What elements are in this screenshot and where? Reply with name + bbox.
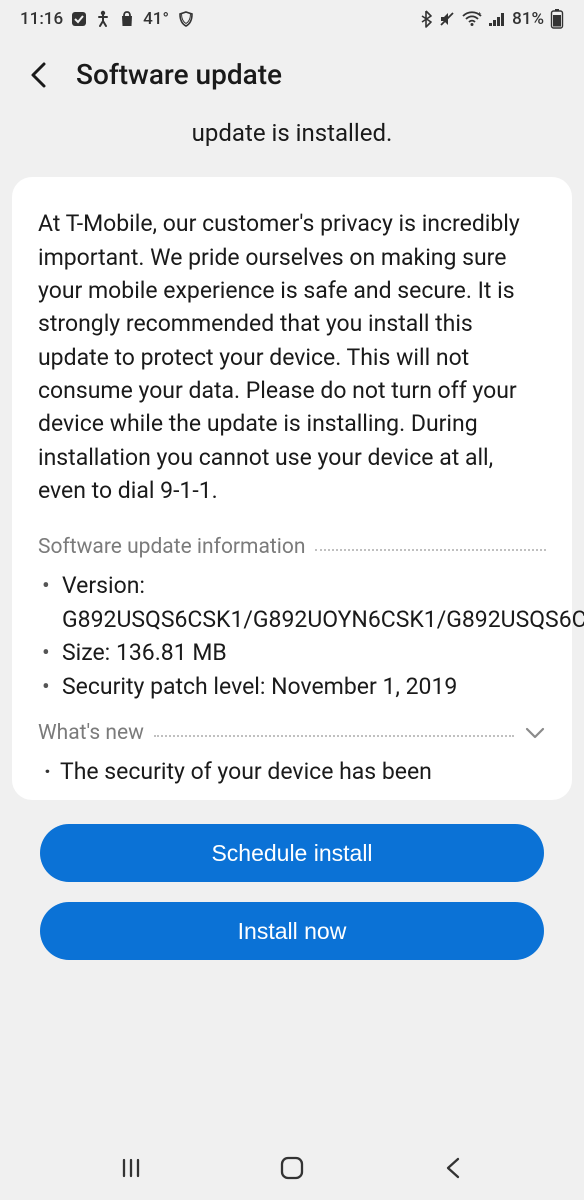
chevron-down-icon [524, 726, 546, 740]
previous-card-peek: update is installed. [0, 109, 584, 177]
info-section-label: Software update information [38, 535, 305, 559]
dotted-separator [154, 735, 514, 737]
nav-back-button[interactable] [433, 1148, 473, 1188]
page-title: Software update [76, 58, 282, 91]
action-buttons: Schedule install Install now [0, 800, 584, 960]
whats-new-header[interactable]: What's new [38, 721, 546, 745]
back-button[interactable] [24, 60, 54, 90]
check-icon [71, 11, 87, 27]
info-item-patch: Security patch level: November 1, 2019 [38, 670, 546, 703]
system-nav-bar [0, 1136, 584, 1200]
privacy-notice: At T-Mobile, our customer's privacy is i… [38, 207, 546, 507]
accessibility-icon [95, 10, 111, 28]
signal-icon [488, 11, 506, 27]
bluetooth-icon [420, 10, 432, 28]
whats-new-item: The security of your device has been [38, 755, 546, 788]
battery-icon [550, 9, 564, 29]
battery-pct: 81% [512, 9, 544, 29]
recents-button[interactable] [111, 1148, 151, 1188]
info-list: Version: G892USQS6CSK1/G892UOYN6CSK1/G89… [38, 569, 546, 720]
status-time: 11:16 [20, 9, 63, 29]
schedule-install-button[interactable]: Schedule install [40, 824, 544, 882]
shield-icon [177, 10, 195, 28]
install-now-button[interactable]: Install now [40, 902, 544, 960]
home-button[interactable] [272, 1148, 312, 1188]
wifi-icon: + [462, 11, 482, 27]
update-details-card: At T-Mobile, our customer's privacy is i… [12, 177, 572, 800]
info-item-version: Version: G892USQS6CSK1/G892UOYN6CSK1/G89… [38, 569, 546, 636]
info-section-header: Software update information [38, 535, 546, 559]
status-temp: 41° [143, 9, 169, 29]
app-header: Software update [0, 38, 584, 109]
bag-icon [119, 10, 135, 28]
info-item-size: Size: 136.81 MB [38, 636, 546, 669]
svg-text:+: + [478, 11, 482, 18]
status-bar: 11:16 41° + 81% [0, 0, 584, 38]
whats-new-label: What's new [38, 721, 144, 745]
mute-icon [438, 10, 456, 28]
dotted-separator [315, 549, 546, 551]
